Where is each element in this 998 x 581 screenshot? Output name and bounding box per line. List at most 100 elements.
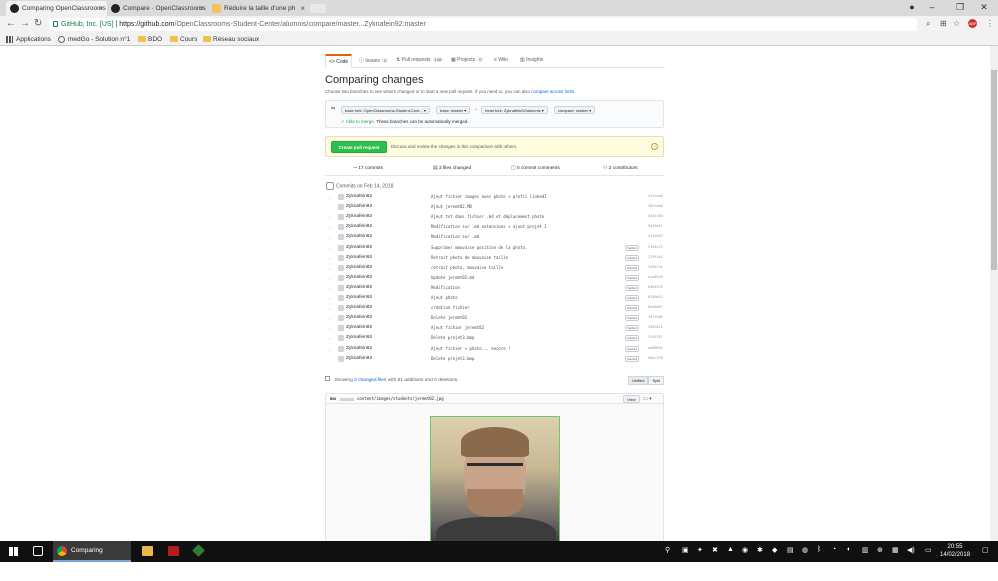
commit-sha[interactable]: 0ba6d67	[648, 305, 663, 309]
commit-message[interactable]: Modification sur .md extensions + ajout …	[431, 224, 547, 229]
verified-badge[interactable]: Verified	[625, 335, 640, 342]
tray-app-icon[interactable]: ✦	[697, 546, 703, 554]
avatar[interactable]	[338, 194, 344, 200]
view-file-button[interactable]: View	[623, 395, 640, 403]
commit-author[interactable]: Zyknafein92	[346, 325, 372, 330]
translate-icon[interactable]: ⊞	[940, 19, 947, 28]
avatar[interactable]	[338, 345, 344, 352]
bookmark-medgo[interactable]: medGo - Solution n°1	[58, 34, 130, 45]
tray-app-icon[interactable]: ✖	[712, 546, 718, 554]
minimize-icon[interactable]: –	[918, 0, 946, 14]
stat-commits[interactable]: ⊸ 17 commits	[353, 166, 383, 171]
commit-message[interactable]: Delete projet3.bmp	[431, 356, 474, 361]
verified-badge[interactable]: Verified	[625, 345, 640, 352]
commit-author[interactable]: Zyknafein92	[346, 265, 372, 270]
unified-button[interactable]: Unified	[628, 376, 649, 385]
avatar[interactable]	[338, 224, 344, 231]
commit-message[interactable]: Retrait photo de mauvaise taille	[431, 255, 508, 260]
verified-badge[interactable]: Verified	[625, 274, 640, 281]
commit-message[interactable]: création fichier	[431, 305, 470, 310]
avatar[interactable]	[338, 284, 344, 291]
commit-message[interactable]: Ajout photo	[431, 295, 458, 300]
bookmark-cours[interactable]: Cours	[170, 34, 197, 45]
avatar[interactable]	[338, 244, 344, 251]
commit-sha[interactable]: 6484293	[648, 285, 663, 289]
commit-sha[interactable]: 279f1b1	[648, 255, 663, 259]
commit-author[interactable]: Zyknafein92	[346, 346, 372, 351]
base-fork-select[interactable]: base fork: OpenClassrooms-Student-Cent..…	[341, 106, 430, 114]
browser-tab-3[interactable]: Réduire la taille d'une ph ×	[208, 1, 309, 16]
app-icon[interactable]	[192, 544, 205, 557]
tab-insights[interactable]: ▥ Insights	[520, 57, 543, 63]
verified-badge[interactable]: Verified	[625, 355, 640, 362]
commit-sha[interactable]: 9dacf50	[648, 356, 663, 360]
avatar[interactable]	[338, 254, 344, 261]
tray-app-icon[interactable]: ◆	[772, 546, 777, 554]
taskbar-chrome-app[interactable]: Comparing OpenCl...	[53, 541, 131, 574]
scrollbar-thumb[interactable]	[991, 70, 997, 270]
commit-sha[interactable]: 305faa6	[648, 204, 663, 208]
forward-icon[interactable]: →	[20, 18, 30, 29]
commit-message[interactable]: Supprimer mauvaise position de la photo.	[431, 245, 527, 250]
tray-app-icon[interactable]: ▣	[682, 546, 689, 554]
commit-message[interactable]: Ajout txt dans fichier .md et déplacemen…	[431, 214, 544, 219]
language-icon[interactable]: ▭	[925, 546, 932, 554]
commit-message[interactable]: Update jeremt02.md	[431, 275, 474, 280]
close-icon[interactable]: ×	[98, 1, 103, 16]
commit-author[interactable]: Zyknafein92	[346, 255, 372, 260]
notifications-icon[interactable]: ▢	[982, 546, 989, 554]
commit-sha[interactable]: 3344c66	[648, 214, 663, 218]
tray-app-icon[interactable]: ▲	[727, 546, 734, 553]
bluetooth-icon[interactable]: ✱	[757, 546, 763, 554]
avatar[interactable]	[338, 305, 344, 312]
verified-badge[interactable]: Verified	[625, 254, 640, 261]
commit-sha[interactable]: 9a13e41	[648, 224, 663, 228]
menu-icon[interactable]: ⋮	[986, 19, 994, 28]
close-icon[interactable]: ×	[199, 1, 204, 16]
close-icon[interactable]: ×	[300, 1, 305, 16]
tray-app-icon[interactable]: ▥	[862, 546, 869, 554]
verified-badge[interactable]: Verified	[625, 244, 640, 251]
create-pull-request-button[interactable]: Create pull request	[331, 141, 387, 153]
file-explorer-icon[interactable]	[142, 546, 153, 556]
back-icon[interactable]: ←	[6, 18, 16, 29]
commit-author[interactable]: Zyknafein92	[346, 214, 372, 219]
tab-issues[interactable]: ⓘ Issues 0	[359, 57, 389, 64]
commit-sha[interactable]: 0f30b12	[648, 295, 663, 299]
tray-app-icon[interactable]: ◉	[742, 546, 748, 554]
taskbar-clock[interactable]: 20:55 14/02/2018	[940, 543, 970, 559]
verified-badge[interactable]: Verified	[625, 325, 640, 332]
commit-sha[interactable]: 7a9ef2e	[648, 265, 663, 269]
new-tab-button[interactable]	[310, 4, 326, 13]
commit-author[interactable]: Zyknafein92	[346, 245, 372, 250]
commit-sha[interactable]: c2fccb8	[648, 194, 663, 198]
task-view-icon[interactable]	[33, 546, 43, 556]
bookmark-reseau-sociaux[interactable]: Réseau sociaux	[203, 34, 259, 45]
commit-author[interactable]: Zyknafein92	[346, 356, 372, 361]
commit-author[interactable]: Zyknafein92	[346, 285, 372, 290]
bookmark-star-icon[interactable]: ☆	[953, 19, 960, 28]
commit-author[interactable]: Zyknafein92	[346, 275, 372, 280]
page-scrollbar[interactable]	[990, 46, 998, 541]
commit-author[interactable]: Zyknafein92	[346, 305, 372, 310]
stat-files[interactable]: ▤ 3 files changed	[433, 166, 471, 171]
bookmark-bdo[interactable]: BDO	[138, 34, 162, 45]
avatar[interactable]	[338, 325, 344, 332]
bookmark-applications[interactable]: Applications	[6, 34, 51, 45]
commit-message[interactable]: Ajout jeremt02.MD	[431, 204, 472, 209]
split-button[interactable]: Split	[648, 376, 665, 385]
commit-message[interactable]: retrait photo, mauvaise taille	[431, 265, 503, 270]
stat-contributors[interactable]: ⚇ 2 contributors	[603, 166, 638, 171]
commit-sha[interactable]: ee88894	[648, 346, 663, 350]
commit-sha[interactable]: b1a89c6	[648, 275, 663, 279]
commit-message[interactable]: Delete jeremt02	[431, 315, 467, 320]
tab-code[interactable]: <> Code	[325, 54, 353, 68]
commit-author[interactable]: Zyknafein92	[346, 315, 372, 320]
reload-icon[interactable]: ↻	[34, 18, 42, 29]
avatar[interactable]	[338, 234, 344, 241]
commit-sha[interactable]: 2fd5781	[648, 335, 663, 339]
commit-author[interactable]: Zyknafein92	[346, 194, 372, 199]
tray-app-icon[interactable]: ᛒ	[817, 546, 821, 553]
commit-message[interactable]: Delete projet3.bmp	[431, 335, 474, 340]
changed-files-link[interactable]: 3 changed files	[354, 378, 386, 383]
